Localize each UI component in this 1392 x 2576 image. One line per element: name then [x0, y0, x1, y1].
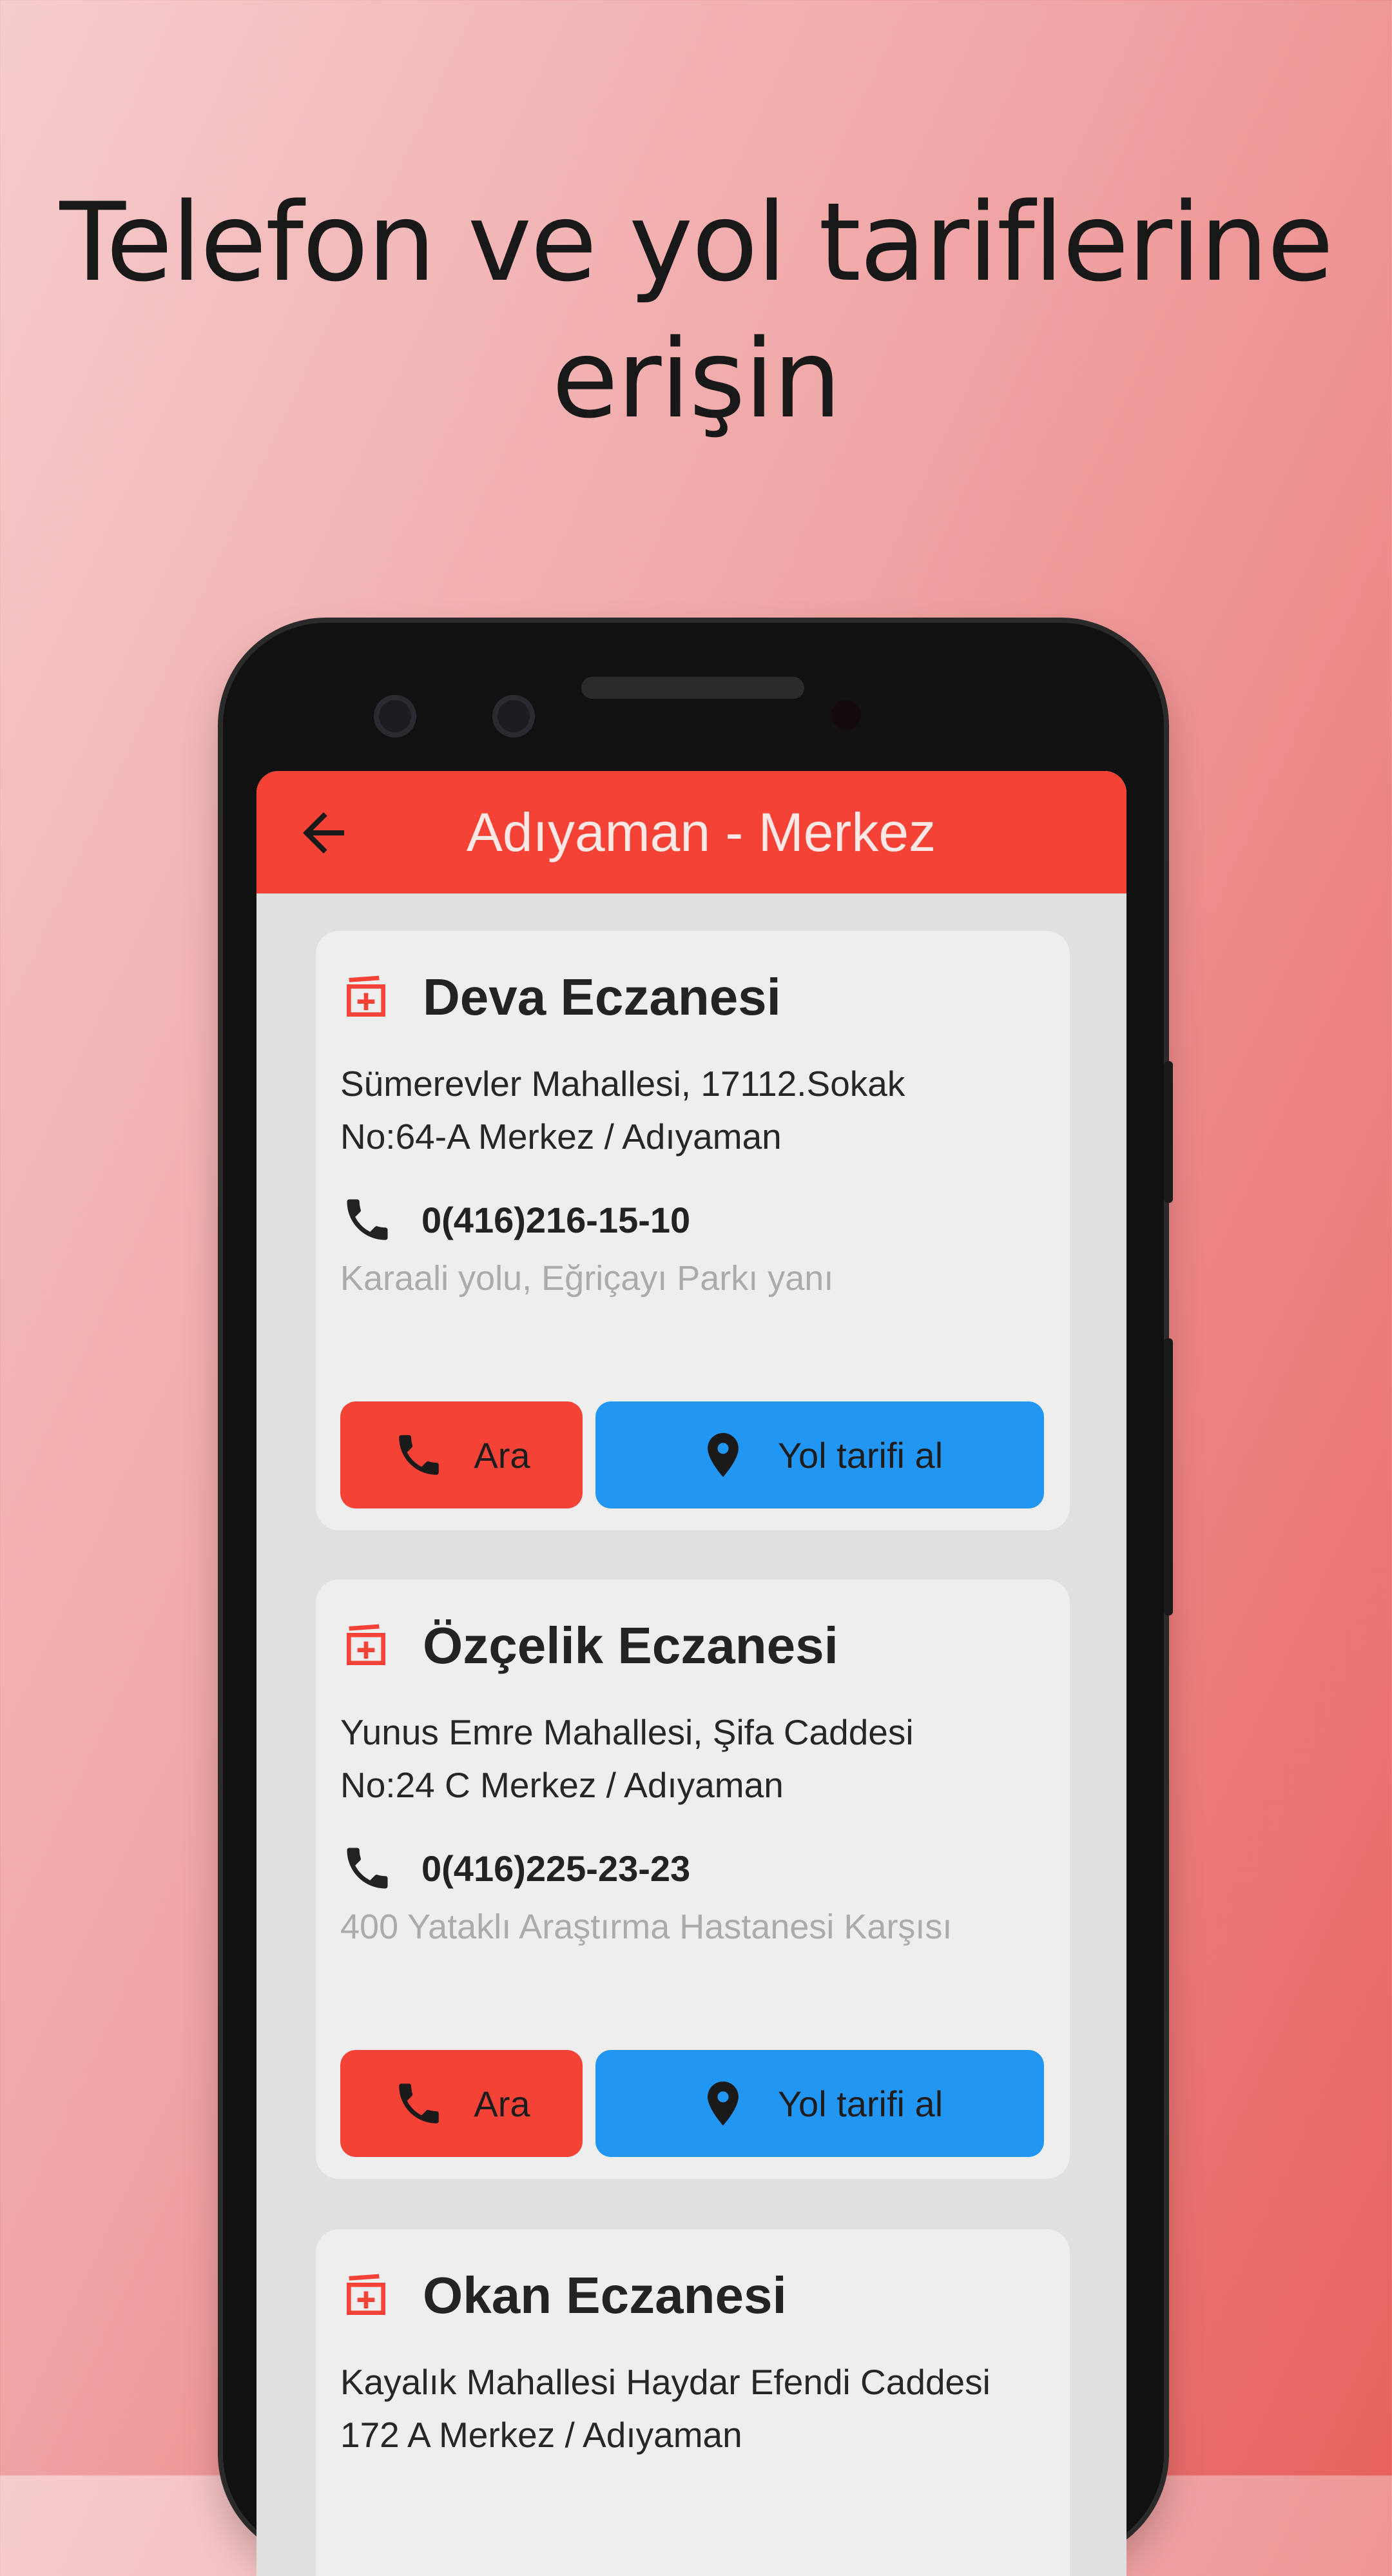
location-note: Karaali yolu, Eğriçayı Parkı yanı: [340, 1259, 834, 1298]
pharmacy-address: Kayalık Mahallesi Haydar Efendi Caddesi …: [340, 2356, 1056, 2461]
pharmacy-card: Okan Eczanesi Kayalık Mahallesi Haydar E…: [316, 2229, 1070, 2576]
directions-button-label: Yol tarifi al: [777, 1434, 943, 1476]
phone-icon: [347, 1199, 388, 1240]
card-header: Deva Eczanesi: [340, 962, 781, 1033]
phone-speaker: [581, 677, 804, 699]
pharmacy-card: Özçelik Eczanesi Yunus Emre Mahallesi, Ş…: [316, 1579, 1070, 2179]
pharmacy-name: Okan Eczanesi: [423, 2267, 787, 2324]
address-line-1: Sümerevler Mahallesi, 17112.Sokak: [340, 1064, 905, 1104]
pharmacy-card: Deva Eczanesi Sümerevler Mahallesi, 1711…: [316, 931, 1070, 1530]
headline-line-1: Telefon ve yol tariflerine: [59, 179, 1333, 306]
pharmacy-address: Yunus Emre Mahallesi, Şifa Caddesi No:24…: [340, 1706, 1056, 1811]
call-button-label: Ara: [474, 1434, 530, 1476]
pharmacy-name: Deva Eczanesi: [423, 968, 781, 1026]
app-screen: Adıyaman - Merkez Deva Eczanesi Sümerevl…: [256, 771, 1126, 2576]
call-button[interactable]: Ara: [340, 1401, 583, 1508]
phone-icon: [399, 2083, 440, 2123]
location-note: 400 Yataklı Araştırma Hastanesi Karşısı: [340, 1908, 952, 1946]
address-line-2: 172 A Merkez / Adıyaman: [340, 2415, 742, 2455]
phone-front-camera-right: [492, 695, 535, 737]
phone-frame: Adıyaman - Merkez Deva Eczanesi Sümerevl…: [223, 623, 1173, 2576]
directions-button-label: Yol tarifi al: [777, 2083, 943, 2124]
phone-side-button-bottom: [1164, 1338, 1173, 1615]
phone-number: 0(416)216-15-10: [421, 1199, 691, 1240]
headline-line-2: erişin: [552, 316, 842, 442]
phone-side-button-top: [1164, 1061, 1173, 1203]
address-line-1: Yunus Emre Mahallesi, Şifa Caddesi: [340, 1712, 914, 1752]
address-line-2: No:64-A Merkez / Adıyaman: [340, 1117, 782, 1156]
pharmacy-icon: [347, 1624, 385, 1665]
pharmacy-name: Özçelik Eczanesi: [423, 1617, 838, 1674]
promo-headline: Telefon ve yol tariflerine erişin: [0, 174, 1392, 447]
location-pin-icon: [707, 1432, 739, 1478]
pharmacy-address: Sümerevler Mahallesi, 17112.Sokak No:64-…: [340, 1057, 1056, 1163]
card-header: Özçelik Eczanesi: [340, 1610, 838, 1681]
phone-sensor: [831, 700, 861, 730]
phone-icon: [347, 1848, 388, 1889]
address-line-2: No:24 C Merkez / Adıyaman: [340, 1765, 784, 1805]
pharmacy-icon: [347, 975, 385, 1017]
call-button[interactable]: Ara: [340, 2050, 583, 2157]
phone-front-camera-left: [374, 695, 416, 737]
app-bar-title: Adıyaman - Merkez: [466, 802, 936, 863]
directions-button[interactable]: Yol tarifi al: [595, 1401, 1044, 1508]
location-pin-icon: [707, 2081, 739, 2126]
directions-button[interactable]: Yol tarifi al: [595, 2050, 1044, 2157]
card-header: Okan Eczanesi: [340, 2260, 787, 2331]
phone-row: 0(416)216-15-10: [340, 1187, 690, 1252]
pharmacy-icon: [347, 2274, 385, 2315]
phone-number: 0(416)225-23-23: [421, 1848, 691, 1889]
phone-icon: [399, 1435, 440, 1475]
address-line-1: Kayalık Mahallesi Haydar Efendi Caddesi: [340, 2362, 991, 2402]
phone-row: 0(416)225-23-23: [340, 1836, 690, 1900]
app-bar: Adıyaman - Merkez: [256, 771, 1126, 893]
call-button-label: Ara: [474, 2083, 530, 2124]
